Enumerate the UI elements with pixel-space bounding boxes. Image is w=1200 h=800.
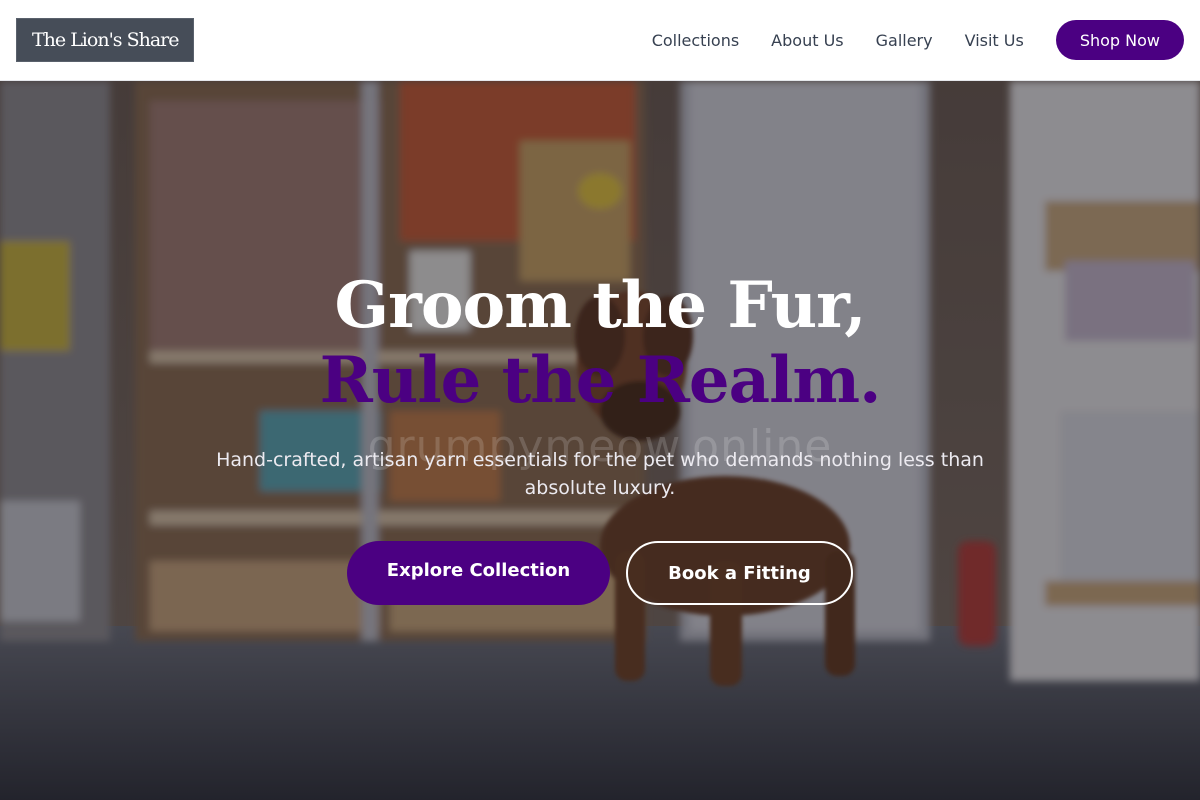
hero-headline-line1: Groom the Fur, [334,268,866,343]
main-nav: Collections About Us Gallery Visit Us Sh… [652,20,1184,60]
nav-link-about-us[interactable]: About Us [771,31,843,50]
hero-content: grumpymeow.online Groom the Fur, Rule th… [0,81,1200,800]
hero-headline-line2: Rule the Realm. [319,343,882,418]
nav-link-gallery[interactable]: Gallery [876,31,933,50]
hero-section: grumpymeow.online Groom the Fur, Rule th… [0,81,1200,800]
nav-link-visit-us[interactable]: Visit Us [965,31,1024,50]
shop-now-button[interactable]: Shop Now [1055,20,1184,60]
nav-link-collections[interactable]: Collections [652,31,739,50]
site-logo[interactable]: The Lion's Share [16,18,195,62]
site-header: The Lion's Share Collections About Us Ga… [0,0,1200,81]
book-fitting-button[interactable]: Book a Fitting [626,541,853,605]
hero-subtitle: Hand-crafted, artisan yarn essentials fo… [216,449,984,499]
explore-collection-button[interactable]: Explore Collection [347,541,610,605]
